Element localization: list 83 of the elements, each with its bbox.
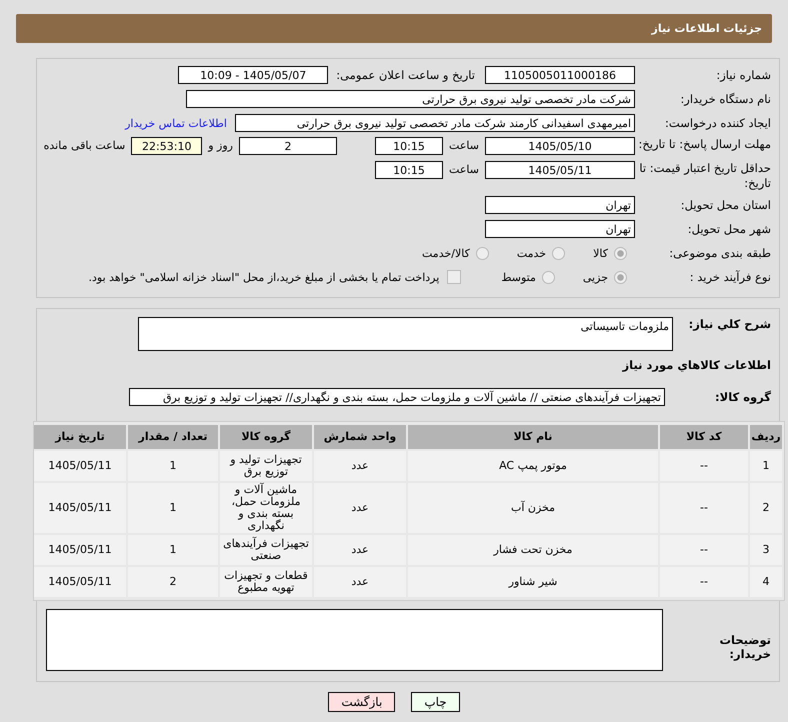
field-label: طبقه بندی موضوعی: [668, 246, 772, 260]
table-cell: تجهیزات تولید و توزیع برق [220, 451, 312, 481]
table-cell: 1 [128, 451, 218, 481]
table-cell: عدد [314, 483, 406, 533]
table-cell: -- [660, 483, 748, 533]
table-cell: -- [660, 567, 748, 597]
column-header: تاریخ نیاز [34, 425, 126, 449]
radio-button[interactable] [614, 246, 627, 260]
city-field: تهران [485, 220, 635, 238]
table-cell: 1405/05/11 [34, 567, 126, 597]
back-button[interactable]: بازگشت [328, 692, 396, 712]
field-label: استان محل تحویل: [680, 198, 772, 212]
section-title: اطلاعات کالاهاي مورد نياز [622, 358, 772, 372]
table-cell: عدد [314, 567, 406, 597]
table-cell: قطعات و تجهیزات تهویه مطبوع [220, 567, 312, 597]
page-title: جزئیات اطلاعات نیاز [652, 22, 762, 35]
province-field: تهران [485, 196, 635, 214]
table-cell: 1 [750, 451, 782, 481]
table-cell: 2 [128, 567, 218, 597]
field-label: شرح کلي نياز: [688, 317, 772, 331]
goods-group-field: تجهیزات فرآیندهای صنعتی // ماشین آلات و ملزومات حمل، بسته بندی و نگهداری// تجهیزات تولید و توزیع برق [129, 388, 665, 406]
time-label: ساعت [448, 163, 480, 176]
buyer-field: شرکت مادر تخصصی تولید نیروی برق حرارتی [186, 90, 635, 108]
radio-label: جزیی [582, 270, 608, 284]
column-header: واحد شمارش [314, 425, 406, 449]
description-field: ملزومات تاسیساتی [138, 317, 673, 351]
table-cell: مخزن تحت فشار [408, 535, 658, 565]
radio-button[interactable] [542, 270, 555, 284]
table-cell: موتور پمپ AC [408, 451, 658, 481]
validity-time-field: 10:15 [375, 161, 443, 179]
radio-label: کالا [593, 246, 608, 260]
requester-field: امیرمهدی اسفیدانی کارمند شرکت مادر تخصصی تولید نیروی برق حرارتی [235, 114, 635, 132]
contact-link[interactable]: اطلاعات تماس خریدار [125, 116, 227, 130]
table-cell: 1405/05/11 [34, 451, 126, 481]
table-cell: شیر شناور [408, 567, 658, 597]
table-cell: عدد [314, 535, 406, 565]
remaining-time-field: 22:53:10 [131, 137, 202, 155]
column-header: گروه کالا [220, 425, 312, 449]
radio-label: خدمت [516, 246, 546, 260]
table-cell: 4 [750, 567, 782, 597]
field-label: توضیحات خریدار: [718, 633, 772, 661]
table-cell: 1405/05/11 [34, 483, 126, 533]
table-cell: 2 [750, 483, 782, 533]
field-label: نام دستگاه خریدار: [679, 92, 772, 106]
checkbox[interactable] [447, 270, 462, 284]
table-cell: 1 [128, 535, 218, 565]
table-cell: -- [660, 451, 748, 481]
field-label: گروه کالا: [714, 390, 772, 404]
deadline-date-field: 1405/05/10 [485, 137, 635, 155]
table-cell: -- [660, 535, 748, 565]
table-cell: 1 [128, 483, 218, 533]
column-header: تعداد / مقدار [128, 425, 218, 449]
table-cell: 3 [750, 535, 782, 565]
radio-label: متوسط [501, 270, 536, 284]
checkbox-label: پرداخت تمام یا بخشی از مبلغ خرید،از محل "اسناد خزانه اسلامی" خواهد بود. [88, 270, 440, 284]
table-cell: عدد [314, 451, 406, 481]
column-header: ردیف [750, 425, 782, 449]
radio-label: کالا/خدمت [422, 246, 470, 260]
radio-button[interactable] [476, 246, 489, 260]
announce-date-field: 1405/05/07 - 10:09 [178, 66, 328, 84]
time-label: ساعت [448, 139, 480, 152]
table-cell: مخزن آب [408, 483, 658, 533]
field-label: حداقل تاریخ اعتبار قیمت: تا تاریخ: [638, 161, 772, 191]
field-label: مهلت ارسال پاسخ: تا تاریخ: [637, 137, 772, 152]
table-cell: 1405/05/11 [34, 535, 126, 565]
field-label: ایجاد کننده درخواست: [664, 116, 772, 130]
field-label: نوع فرآیند خرید : [688, 270, 772, 284]
radio-button[interactable] [614, 270, 627, 284]
field-label: تاریخ و ساعت اعلان عمومی: [336, 68, 475, 82]
column-header: کد کالا [660, 425, 748, 449]
validity-date-field: 1405/05/11 [485, 161, 635, 179]
column-header: نام کالا [408, 425, 658, 449]
remaining-label: ساعت باقی مانده [44, 139, 126, 152]
print-button[interactable]: چاپ [411, 692, 460, 712]
field-label: شهر محل تحویل: [686, 222, 772, 236]
table-cell: تجهیزات فرآیندهای صنعتی [220, 535, 312, 565]
deadline-time-field: 10:15 [375, 137, 443, 155]
table-cell: ماشین آلات و ملزومات حمل، بسته بندی و نگهداری [220, 483, 312, 533]
field-label: شماره نیاز: [715, 68, 772, 82]
radio-button[interactable] [552, 246, 566, 260]
days-label: روز و [208, 139, 233, 152]
days-field: 2 [239, 137, 337, 155]
need-number-field: 1105005011000186 [485, 66, 635, 84]
